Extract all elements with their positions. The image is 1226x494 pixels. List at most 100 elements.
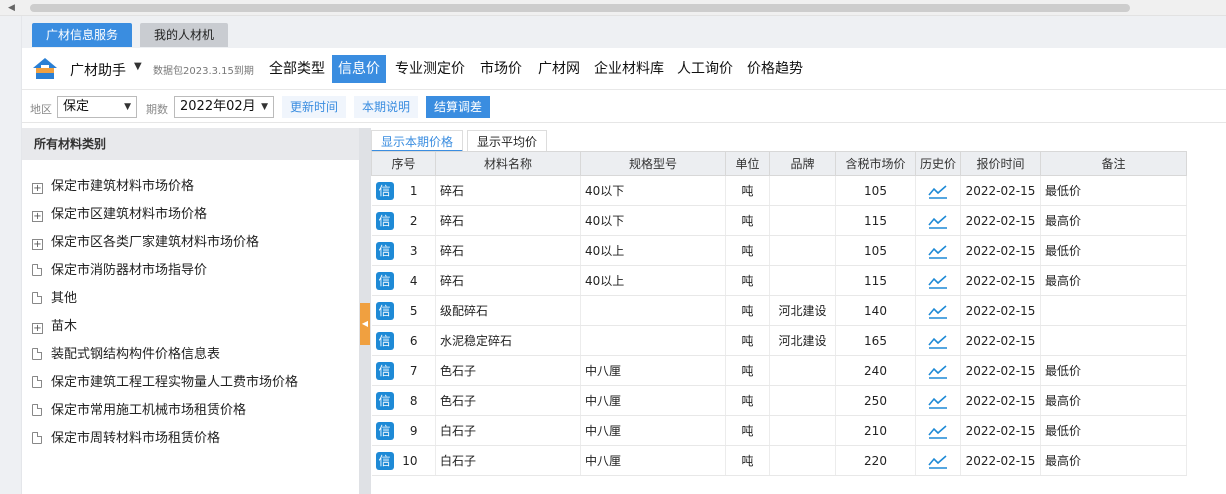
brand-cell [769,205,836,236]
trend-chart-icon[interactable] [928,453,948,469]
category-item[interactable]: 保定市消防器材市场指导价 [32,260,207,282]
column-header[interactable]: 规格型号 [580,151,726,176]
category-item[interactable]: 装配式钢结构构件价格信息表 [32,344,220,366]
trend-chart-icon[interactable] [928,423,948,439]
category-item[interactable]: + 苗木 [32,316,77,338]
material-name-cell: 白石子 [435,415,581,446]
trend-chart-icon[interactable] [928,393,948,409]
table-row[interactable]: 信 7 色石子 中八厘吨 240 2022-02-15 最低价 [371,355,1187,386]
horizontal-scrollbar[interactable]: ◀ [0,0,1226,16]
category-item[interactable]: + 保定市区各类厂家建筑材料市场价格 [32,232,259,254]
info-badge-icon[interactable]: 信 [375,271,394,290]
nav-price-trend[interactable]: 价格趋势 [741,55,809,83]
quote-date-cell: 2022-02-15 [960,415,1041,446]
panel-splitter[interactable]: ◀ [359,128,371,494]
table-row[interactable]: 信 4 碎石 40以上吨 115 2022-02-15 最高价 [371,265,1187,296]
brand-name[interactable]: 广材助手 [70,60,126,80]
scrollbar-thumb[interactable] [30,4,1130,12]
spec-cell: 中八厘 [580,385,726,416]
trend-chart-icon[interactable] [928,333,948,349]
info-badge-icon[interactable]: 信 [375,421,394,440]
tab-average-price[interactable]: 显示平均价 [467,130,548,152]
expand-icon[interactable]: + [32,323,43,334]
trend-chart-icon[interactable] [928,303,948,319]
info-badge-icon[interactable]: 信 [375,361,394,380]
category-item[interactable]: 保定市常用施工机械市场租赁价格 [32,400,246,422]
column-header[interactable]: 含税市场价 [835,151,916,176]
category-label: 装配式钢结构构件价格信息表 [51,347,221,362]
category-item[interactable]: + 保定市建筑材料市场价格 [32,176,194,198]
trend-chart-icon[interactable] [928,243,948,259]
expand-icon[interactable]: + [32,239,43,250]
table-row[interactable]: 信 3 碎石 40以上吨 105 2022-02-15 最低价 [371,235,1187,266]
tab-my-resources[interactable]: 我的人材机 [140,23,229,47]
trend-chart-icon[interactable] [928,363,948,379]
spec-cell: 中八厘 [580,445,726,476]
history-cell [915,415,961,446]
info-badge-icon[interactable]: 信 [375,181,394,200]
nav-info-price[interactable]: 信息价 [332,55,386,83]
category-label: 保定市建筑工程工程实物量人工费市场价格 [51,375,299,390]
nav-labor-inquiry[interactable]: 人工询价 [671,55,739,83]
region-label: 地区 [30,103,52,116]
update-time-button[interactable]: 更新时间 [282,96,347,118]
history-cell [915,325,961,356]
scroll-left-icon[interactable]: ◀ [8,3,15,13]
column-header[interactable]: 历史价 [915,151,961,176]
info-badge-icon[interactable]: 信 [375,241,394,260]
info-badge-icon[interactable]: 信 [375,211,394,230]
expand-icon[interactable]: + [32,211,43,222]
trend-chart-icon[interactable] [928,273,948,289]
table-row[interactable]: 信 8 色石子 中八厘吨 250 2022-02-15 最高价 [371,385,1187,416]
document-icon [32,348,42,360]
category-item[interactable]: + 保定市区建筑材料市场价格 [32,204,207,226]
period-note-button[interactable]: 本期说明 [354,96,419,118]
table-row[interactable]: 信 6 水泥稳定碎石吨河北建设 165 2022-02-15 [371,325,1187,356]
region-select[interactable]: 保定 ▼ [57,96,137,118]
period-select[interactable]: 2022年02月 ▼ [174,96,274,118]
category-item[interactable]: 保定市建筑工程工程实物量人工费市场价格 [32,372,298,394]
nav-market-price[interactable]: 市场价 [474,55,528,83]
note-cell: 最高价 [1040,385,1187,416]
row-number-cell: 信 10 [371,445,436,476]
row-number-cell: 信5 [371,295,436,326]
column-header[interactable]: 品牌 [769,151,836,176]
price-panel: 显示本期价格 显示平均价 序号 材料名称 规格型号 单位 品牌 含税市场价 历史价 报价时间备… [371,128,1226,494]
table-row[interactable]: 信 2 碎石 40以下吨 115 2022-02-15 最高价 [371,205,1187,236]
column-header[interactable]: 备注 [1040,151,1187,176]
category-label: 保定市区建筑材料市场价格 [51,207,208,222]
spec-cell: 40以下 [580,205,726,236]
nav-all-types[interactable]: 全部类型 [263,55,331,83]
column-header[interactable]: 序号 [371,151,436,176]
expand-icon[interactable]: + [32,183,43,194]
category-item[interactable]: 其他 [32,288,77,310]
filter-bar: 地区 保定 ▼ 期数 2022年02月 ▼ 更新时间 本期说明 结算调差 [22,91,1226,123]
period-value: 2022年02月 [180,99,256,114]
quote-date-cell: 2022-02-15 [960,175,1041,206]
info-badge-icon[interactable]: 信 [375,391,394,410]
column-header[interactable]: 单位 [725,151,770,176]
table-row[interactable]: 信 9 白石子 中八厘吨 210 2022-02-15 最低价 [371,415,1187,446]
row-number: 3 [409,243,418,258]
category-item[interactable]: 保定市周转材料市场租赁价格 [32,428,220,450]
region-value: 保定 [63,99,90,114]
nav-enterprise-library[interactable]: 企业材料库 [588,55,670,83]
column-header[interactable]: 材料名称 [435,151,581,176]
table-row[interactable]: 信 10 白石子 中八厘吨 220 2022-02-15 最高价 [371,445,1187,476]
left-edge-panel [0,16,22,494]
table-row[interactable]: 信 1 碎石 40以下吨 105 2022-02-15 最低价 [371,175,1187,206]
chevron-down-icon[interactable]: ▼ [134,61,142,72]
collapse-handle-icon[interactable]: ◀ [360,303,370,345]
trend-chart-icon[interactable] [928,183,948,199]
table-row[interactable]: 信 5 级配碎石吨河北建设 140 2022-02-15 [371,295,1187,326]
tab-current-price[interactable]: 显示本期价格 [371,130,464,152]
column-header[interactable]: 报价时间 [960,151,1041,176]
nav-material-net[interactable]: 广材网 [532,55,586,83]
info-badge-icon[interactable]: 信 [375,331,394,350]
info-badge-icon[interactable]: 信 [375,451,394,470]
nav-professional-price[interactable]: 专业测定价 [389,55,471,83]
settlement-button[interactable]: 结算调差 [426,96,491,118]
trend-chart-icon[interactable] [928,213,948,229]
info-badge-icon[interactable]: 信 [375,301,394,320]
tab-material-info-service[interactable]: 广材信息服务 [32,23,133,47]
